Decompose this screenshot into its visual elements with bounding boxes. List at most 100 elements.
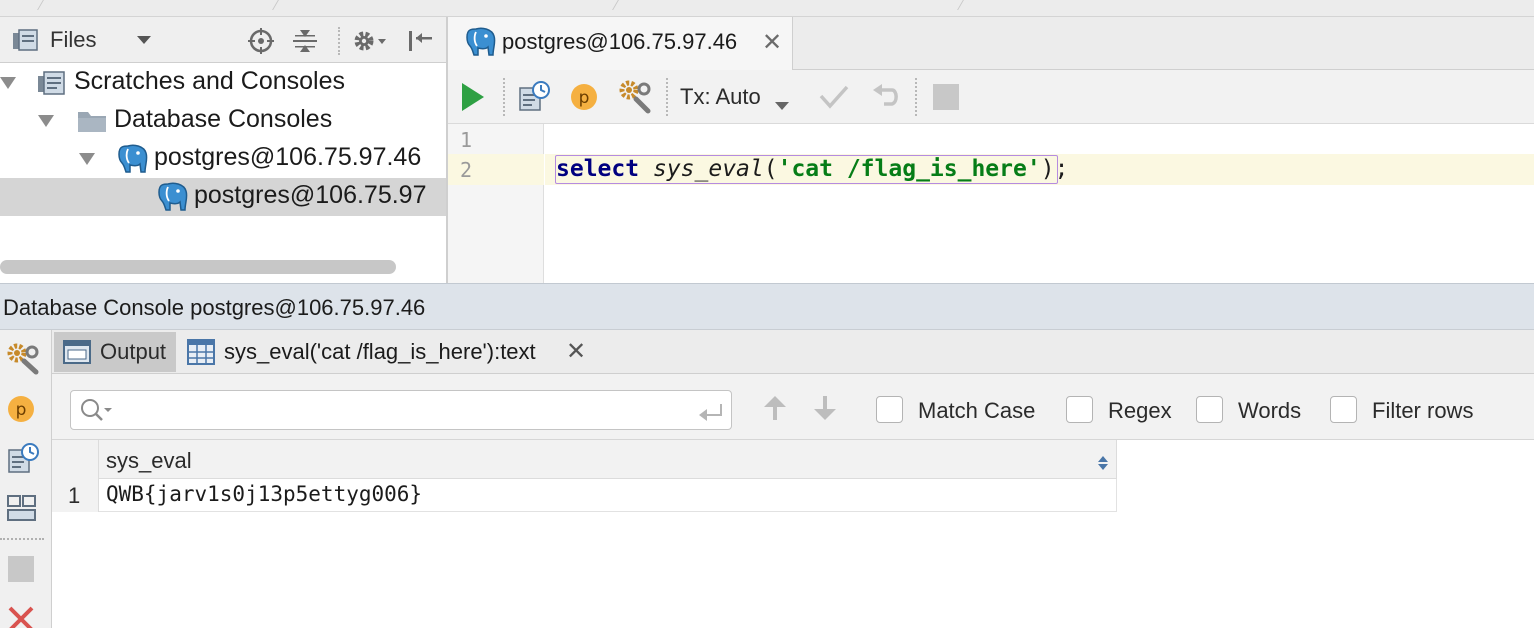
top-divider (957, 0, 964, 10)
tree-item-postgres-console[interactable]: postgres@106.75.97 (0, 178, 446, 216)
view-selector-label[interactable]: Files (50, 27, 96, 53)
regex-label: Regex (1108, 398, 1172, 423)
header-separator (338, 27, 340, 55)
tree-item-label: Database Consoles (114, 105, 333, 133)
editor-tab-postgres-console[interactable]: postgres@106.75.97.46 ✕ (448, 17, 793, 70)
query-history-icon[interactable] (517, 80, 551, 114)
search-icon[interactable] (80, 398, 114, 424)
hide-panel-icon[interactable] (404, 27, 436, 55)
console-title-bar: Database Console postgres@106.75.97.46 (0, 283, 1534, 330)
top-divider (612, 0, 619, 10)
expand-arrow-icon[interactable] (79, 153, 95, 165)
files-view-icon (10, 27, 42, 53)
tree-item-label: postgres@106.75.97.46 (154, 143, 422, 171)
postgres-elephant-icon (464, 26, 498, 58)
close-tab-icon[interactable]: ✕ (566, 337, 586, 366)
postgres-elephant-icon (156, 181, 190, 213)
result-tab-bar: Output sys_eval('cat /flag_is_here'):tex… (52, 330, 1534, 374)
rollback-icon[interactable] (870, 82, 900, 112)
semicolon: ; (1054, 156, 1069, 182)
folder-icon (76, 107, 108, 135)
console-title: Database Console postgres@106.75.97.46 (3, 295, 426, 320)
words-label: Words (1238, 398, 1302, 423)
locate-file-icon[interactable] (246, 27, 276, 55)
regex-checkbox[interactable] (1066, 396, 1093, 423)
column-header-label: sys_eval (106, 448, 192, 473)
match-case-label: Match Case (918, 398, 1036, 423)
tree-item-postgres-console-group[interactable]: postgres@106.75.97.46 (0, 140, 446, 178)
expand-arrow-icon[interactable] (38, 115, 54, 127)
services-toolbar: p (0, 330, 52, 628)
tab-output-label: Output (100, 339, 167, 364)
sort-icon[interactable] (1097, 451, 1109, 470)
expand-arrow-icon[interactable] (0, 77, 16, 89)
toolbar-separator (915, 78, 917, 116)
settings-wrench-icon[interactable] (6, 342, 40, 376)
window-top-strip (0, 0, 1534, 17)
commit-check-icon[interactable] (818, 83, 850, 111)
stop-icon[interactable] (8, 556, 34, 582)
table-row[interactable]: QWB{jarv1s0j13p5ettyg006} (99, 479, 1117, 512)
close-icon[interactable] (6, 604, 36, 628)
sql-editor[interactable]: select sys_eval('cat /flag_is_here'); (545, 124, 1534, 283)
project-panel: Files Scratches and Consoles Database Co… (0, 17, 446, 283)
code-line: select sys_eval('cat /flag_is_here'); (556, 154, 1068, 185)
collapse-all-icon[interactable] (290, 27, 320, 55)
strip-separator (0, 538, 44, 540)
parameters-icon[interactable]: p (6, 394, 36, 424)
enter-return-icon (697, 401, 725, 423)
close-tab-icon[interactable]: ✕ (762, 28, 782, 57)
row-number: 1 (68, 483, 81, 508)
scratches-icon (36, 68, 68, 98)
tab-output[interactable]: Output (54, 332, 176, 372)
search-bar: Match Case Regex Words Filter rows (52, 374, 1534, 440)
line-number-gutter: 1 2 (448, 124, 544, 283)
editor-tab-bar: postgres@106.75.97.46 ✕ (448, 17, 1534, 70)
console-toolbar: p Tx: Auto (448, 70, 1534, 124)
table-cell[interactable]: QWB{jarv1s0j13p5ettyg006} (106, 482, 422, 506)
view-dropdown-chevron-icon[interactable] (134, 29, 154, 51)
line-number: 1 (460, 128, 473, 152)
table-grid-icon (186, 338, 216, 366)
layout-toggle-icon[interactable] (6, 492, 38, 524)
filter-rows-checkbox[interactable] (1330, 396, 1357, 423)
stop-icon[interactable] (933, 84, 959, 110)
open-paren: ( (763, 156, 778, 182)
match-case-checkbox[interactable] (876, 396, 903, 423)
tree-item-label: postgres@106.75.97 (194, 181, 427, 209)
words-checkbox[interactable] (1196, 396, 1223, 423)
horizontal-scrollbar[interactable] (0, 260, 396, 274)
sql-function-name: sys_eval (652, 156, 764, 182)
result-grid: sys_eval 1 QWB{jarv1s0j13p5ettyg006} (52, 440, 1534, 628)
tree-item-label: Scratches and Consoles (74, 67, 345, 95)
search-input[interactable] (70, 390, 732, 430)
previous-occurrence-icon[interactable] (762, 394, 788, 422)
toolbar-separator (666, 78, 668, 116)
postgres-elephant-icon (116, 143, 150, 175)
tree-item-database-consoles[interactable]: Database Consoles (0, 102, 446, 140)
output-console-icon (62, 338, 92, 366)
sql-string-literal: 'cat /flag_is_here' (777, 156, 1041, 182)
tab-result-label: sys_eval('cat /flag_is_here'):text (224, 339, 536, 364)
toolbar-separator (503, 78, 505, 116)
settings-wrench-icon[interactable] (618, 79, 652, 115)
column-header-sys-eval[interactable]: sys_eval (99, 440, 1117, 479)
close-paren: ) (1040, 156, 1055, 182)
filter-rows-label: Filter rows (1372, 398, 1474, 423)
top-divider (272, 0, 279, 10)
sql-keyword: select (556, 156, 640, 182)
parameters-icon[interactable]: p (569, 82, 599, 112)
editor-tab-label: postgres@106.75.97.46 (502, 29, 738, 54)
project-panel-header: Files (0, 17, 446, 63)
tree-item-scratches[interactable]: Scratches and Consoles (0, 64, 446, 102)
line-number: 2 (460, 158, 473, 182)
svg-text:p: p (579, 88, 590, 108)
svg-text:p: p (16, 400, 27, 420)
top-divider (37, 0, 44, 10)
execute-icon[interactable] (460, 81, 486, 113)
next-occurrence-icon[interactable] (812, 394, 838, 422)
transaction-mode-selector[interactable]: Tx: Auto (680, 84, 761, 110)
tx-dropdown-chevron-icon[interactable] (774, 91, 790, 110)
gear-icon[interactable] (350, 27, 390, 55)
query-history-icon[interactable] (6, 442, 40, 476)
